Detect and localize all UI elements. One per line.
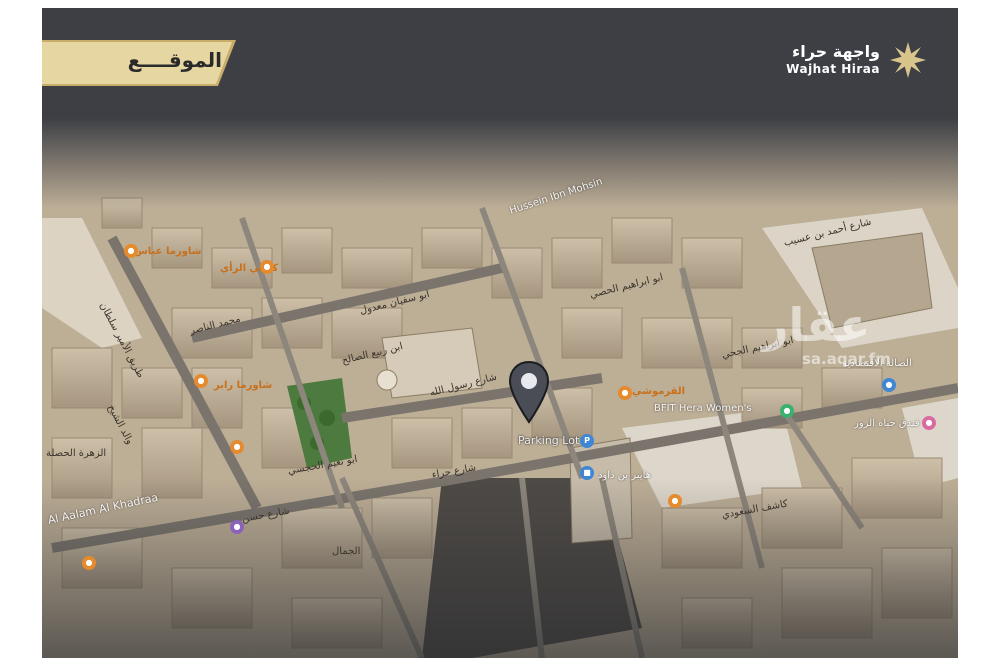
- gym-icon[interactable]: ●: [780, 404, 794, 418]
- hotel-icon[interactable]: ●: [922, 416, 936, 430]
- restaurant-icon[interactable]: ●: [230, 440, 244, 454]
- label-shawarma: شاورما رابر: [214, 380, 273, 391]
- restaurant-icon[interactable]: ●: [260, 260, 274, 274]
- watermark: عقار sa.aqar.fm: [762, 300, 952, 368]
- brand: واجهة حراء Wajhat Hiraa: [768, 40, 928, 80]
- restaurant-icon[interactable]: ●: [668, 494, 682, 508]
- star-burst-logo-icon: [890, 42, 926, 78]
- brand-name-en: Wajhat Hiraa: [786, 62, 880, 76]
- restaurant-icon[interactable]: ●: [124, 244, 138, 258]
- label-maher: هايبر بن داود: [598, 470, 651, 481]
- restaurant-icon[interactable]: ●: [618, 386, 632, 400]
- restaurant-icon[interactable]: ●: [82, 556, 96, 570]
- watermark-url: sa.aqar.fm: [802, 350, 891, 368]
- store-icon[interactable]: ■: [580, 466, 594, 480]
- label-hayat: فندق حياة الزور: [854, 418, 920, 429]
- label-qarmoushi: القرموشي: [632, 386, 686, 397]
- bank-icon[interactable]: ●: [882, 378, 896, 392]
- restaurant-icon[interactable]: ●: [194, 374, 208, 388]
- map-poster: الموقــــع واجهة حراء Wajhat Hiraa Husse…: [42, 8, 958, 658]
- label-zahra: الزهرة الحصلة: [46, 448, 107, 459]
- label-abbas: شاورما عباس: [134, 246, 202, 257]
- brand-name-ar: واجهة حراء: [792, 42, 880, 61]
- watermark-text: عقار: [762, 298, 871, 352]
- label-aljamal: الجمال: [332, 546, 361, 557]
- label-bfit: BFIT Hera Women's: [654, 403, 752, 414]
- shopping-icon[interactable]: ●: [230, 520, 244, 534]
- page-title: الموقــــع: [127, 48, 222, 72]
- parking-icon[interactable]: P: [580, 434, 594, 448]
- location-pin-icon[interactable]: [508, 360, 550, 424]
- marker-label: Parking Lot: [518, 434, 580, 447]
- title-banner: الموقــــع: [42, 40, 238, 86]
